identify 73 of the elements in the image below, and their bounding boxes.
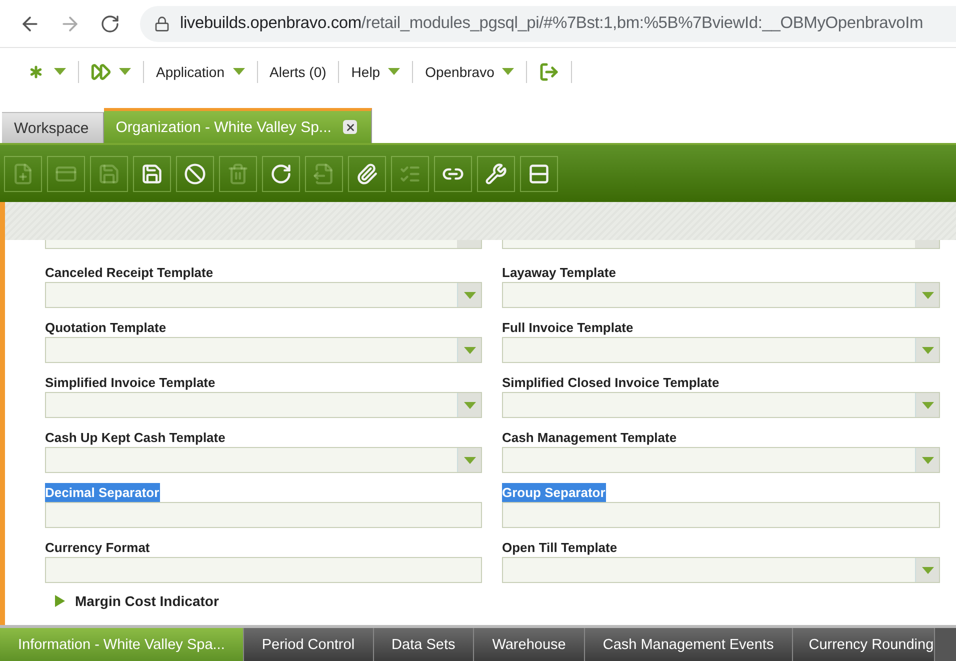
collapsed-icon[interactable] [55, 595, 65, 607]
dropdown-field[interactable] [45, 282, 482, 308]
field-label: Full Invoice Template [502, 319, 634, 337]
menu-item[interactable]: Openbravo [413, 60, 528, 82]
reload-icon [100, 14, 120, 34]
toolbar-button[interactable] [176, 156, 214, 192]
dropdown-field[interactable] [502, 337, 940, 363]
field-label: Group Separator [502, 483, 606, 502]
wrench-icon [485, 162, 507, 184]
field-label: Simplified Invoice Template [45, 374, 216, 392]
logout-icon [539, 62, 560, 82]
toolbar-button[interactable] [520, 156, 558, 192]
close-icon[interactable] [343, 120, 358, 134]
save-icon [98, 162, 120, 184]
tab-label: Organization - White Valley Sp... [116, 118, 332, 136]
cancel-icon [184, 162, 206, 184]
section-title[interactable]: Margin Cost Indicator [75, 593, 219, 609]
toolbar-button[interactable] [348, 156, 386, 192]
tab[interactable]: Warehouse [474, 628, 585, 661]
caret-icon [922, 456, 934, 464]
tab[interactable]: Data Sets [374, 628, 474, 661]
toolbar-button[interactable] [477, 156, 515, 192]
toolbar-button[interactable] [434, 156, 472, 192]
field-label: Canceled Receipt Template [45, 264, 214, 282]
field-label: Quotation Template [45, 319, 168, 337]
dropdown-field[interactable] [502, 392, 940, 418]
caret-icon [464, 402, 476, 408]
caret-icon [922, 346, 934, 354]
field-label: Decimal Separator [45, 483, 160, 502]
caret-icon [464, 292, 476, 298]
tab[interactable]: Workspace [2, 112, 104, 143]
url-text: livebuilds.openbravo.com/retail_modules_pgsql_pi/#%7Bst:1,bm:%5B%7BviewId:__OBMyOpenbravoIm [180, 14, 924, 33]
lock-icon [154, 16, 170, 32]
toolbar-button[interactable] [133, 156, 171, 192]
trash-icon [227, 162, 249, 184]
dropdown-field[interactable] [45, 447, 482, 473]
caret-icon [464, 456, 476, 464]
tab-label: Workspace [14, 120, 89, 136]
text-field[interactable] [45, 502, 482, 528]
tab[interactable]: Cash Management Events [584, 628, 793, 661]
dropdown-field[interactable] [45, 240, 482, 249]
caret-icon [922, 566, 934, 574]
field-label: Layaway Template [502, 264, 617, 282]
dropdown-field[interactable] [502, 447, 940, 473]
refresh-icon [270, 162, 292, 184]
field-label: Simplified Closed Invoice Template [502, 374, 720, 392]
menu-item[interactable]: Application [144, 60, 258, 82]
text-field[interactable] [502, 502, 940, 528]
caret-icon [922, 292, 934, 298]
field-label: Open Till Template [502, 539, 618, 557]
field-label: Cash Up Kept Cash Template [45, 429, 226, 447]
paperclip-icon [356, 162, 378, 184]
toolbar-button[interactable] [262, 156, 300, 192]
new-document-icon [12, 162, 34, 184]
layout-icon [528, 162, 550, 184]
dropdown-field[interactable] [45, 392, 482, 418]
dropdown-field[interactable] [45, 337, 482, 363]
export-icon [313, 162, 335, 184]
menu-item[interactable]: Help [339, 60, 414, 82]
dropdown-field[interactable] [502, 282, 940, 308]
fast-forward-icon [91, 62, 111, 82]
text-field[interactable] [45, 557, 482, 583]
caret-icon [464, 346, 476, 354]
menu-item[interactable]: Alerts (0) [258, 60, 340, 82]
field-label: Cash Management Template [502, 429, 678, 447]
tab[interactable]: Period Control [244, 628, 374, 661]
address-bar[interactable]: livebuilds.openbravo.com/retail_modules_pgsql_pi/#%7Bst:1,bm:%5B%7BviewId:__OBMyOpenbravoIm [140, 6, 956, 42]
tab[interactable]: Currency Rounding [792, 628, 935, 661]
save-icon [141, 162, 163, 184]
field-label: Currency Format [45, 539, 151, 557]
dropdown-field[interactable] [502, 240, 940, 249]
caret-icon [922, 402, 934, 408]
dropdown-field[interactable] [502, 557, 940, 583]
